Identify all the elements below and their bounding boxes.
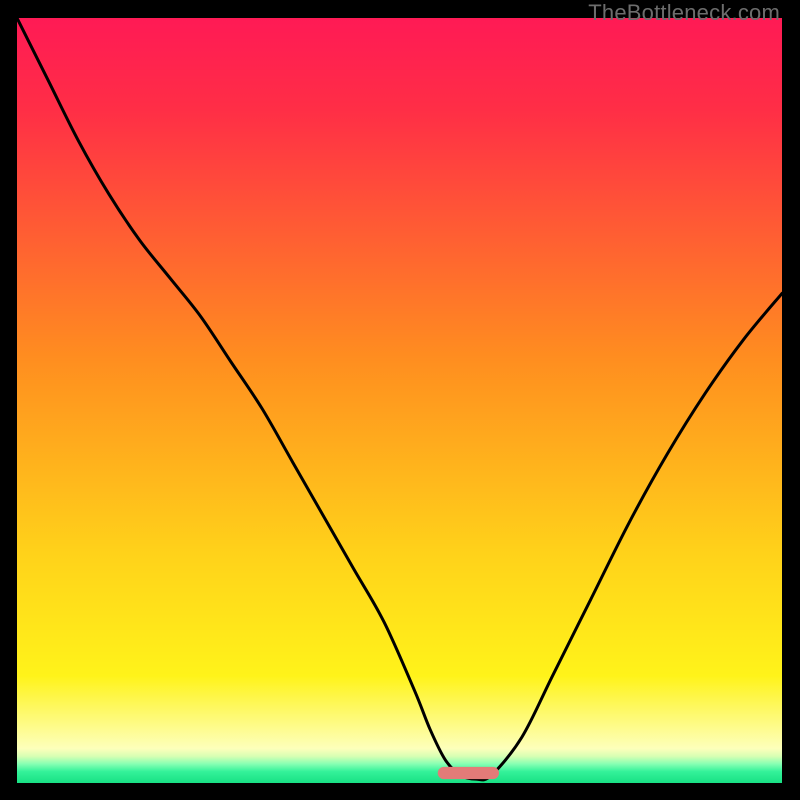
- watermark-text: TheBottleneck.com: [588, 0, 780, 25]
- bottleneck-chart: [17, 18, 782, 783]
- optimum-marker: [438, 767, 499, 779]
- gradient-background: [17, 18, 782, 783]
- chart-frame: TheBottleneck.com: [0, 0, 800, 800]
- plot-area: [17, 18, 782, 783]
- watermark: TheBottleneck.com: [588, 0, 780, 26]
